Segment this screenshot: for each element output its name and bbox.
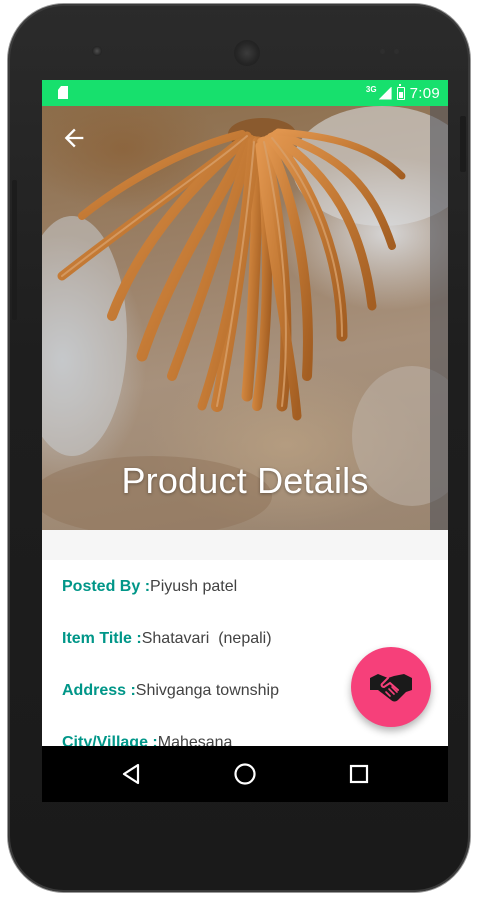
battery-icon [396,83,405,100]
status-time: 7:09 [409,84,440,102]
back-button[interactable] [60,124,88,152]
status-bar: 3G 7:09 [42,80,448,106]
address-value: Shivganga township [135,682,280,699]
front-camera [92,46,102,56]
product-image-header: Product Details [42,106,448,530]
nav-back-icon [122,763,140,785]
network-type: 3G [365,85,377,94]
address-label: Address : [62,682,136,699]
nav-home-button[interactable] [231,760,259,788]
power-button [460,116,466,172]
nav-back-button[interactable] [118,760,146,788]
status-icons: 3G 7:09 [365,83,440,102]
earpiece-speaker [234,40,260,66]
posted-by-value: Piyush patel [150,578,238,595]
nav-home-icon [234,763,256,785]
light-sensor [394,49,399,54]
proximity-sensor [380,49,385,54]
nav-recents-icon [349,764,369,784]
header-divider [42,530,448,560]
contact-seller-fab[interactable] [351,647,431,727]
page-title: Product Details [121,460,369,501]
posted-by-label: Posted By : [62,578,151,595]
address-row: Address :Shivganga township [62,682,279,700]
item-title-value: Shatavari (nepali) [141,630,272,647]
app-screen: 3G 7:09 Product Details Posted By:Piyus… [42,80,448,802]
sim-card-icon [58,86,68,99]
phone-frame: 3G 7:09 Product Details Posted By:Piyus… [8,4,470,892]
handshake-icon [370,674,412,702]
item-title-label: Item Title : [62,630,142,647]
posted-by-row: Posted By :Piyush patel [62,578,237,596]
arrow-back-icon [64,128,84,148]
volume-button [12,180,17,320]
system-navigation-bar [42,746,448,802]
signal-icon [378,86,392,100]
item-title-row: Item Title :Shatavari (nepali) [62,630,272,648]
nav-recents-button[interactable] [345,760,373,788]
